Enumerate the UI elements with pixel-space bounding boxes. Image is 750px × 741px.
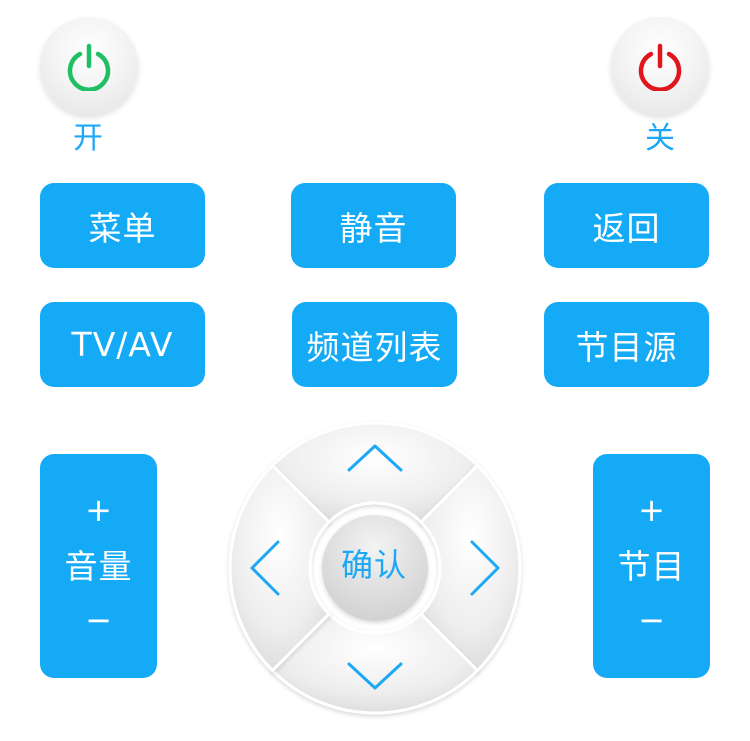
menu-button[interactable]: 菜单 [40, 183, 205, 268]
channel-down-button[interactable]: − [593, 602, 710, 638]
power-icon [638, 43, 682, 91]
volume-down-button[interactable]: − [40, 602, 157, 638]
channel-rocker: + 节目 − [593, 454, 710, 678]
ok-label: 确认 [340, 546, 407, 584]
power-on-label: 开 [73, 121, 103, 156]
volume-rocker: + 音量 − [40, 454, 157, 678]
channel-up-button[interactable]: + [593, 492, 710, 528]
mute-button[interactable]: 静音 [291, 183, 456, 268]
back-button[interactable]: 返回 [544, 183, 709, 268]
tv-av-button[interactable]: TV/AV [40, 302, 205, 387]
power-off-button[interactable] [611, 17, 709, 115]
source-button[interactable]: 节目源 [544, 302, 709, 387]
power-on-button[interactable] [40, 17, 138, 115]
power-icon [67, 43, 111, 91]
volume-label: 音量 [64, 547, 133, 586]
channel-list-button[interactable]: 频道列表 [292, 302, 457, 387]
channel-label: 节目 [617, 547, 686, 586]
power-off-label: 关 [645, 121, 675, 156]
volume-up-button[interactable]: + [40, 492, 157, 528]
